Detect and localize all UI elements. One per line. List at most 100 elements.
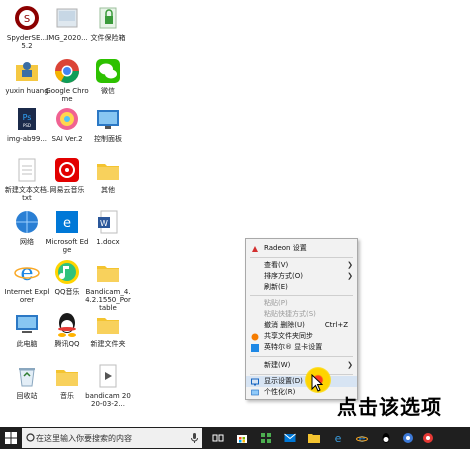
microphone-icon[interactable] — [191, 433, 198, 443]
user-folder-icon — [13, 57, 41, 85]
desktop-icon-label: Google Chrome — [45, 87, 89, 103]
desktop-icon-label: 文件保险箱 — [90, 34, 126, 42]
desktop-icon-network[interactable]: 网络 — [5, 208, 49, 246]
desktop-icon-new-folder[interactable]: 新建文件夹 — [86, 310, 130, 348]
desktop-icon-chrome[interactable]: Google Chrome — [45, 57, 89, 103]
desktop-icon-spyder[interactable]: S SpyderSE... 5.2 — [5, 4, 49, 50]
desktop-icon-control-panel[interactable]: 控制面板 — [86, 105, 130, 143]
folder-icon — [94, 156, 122, 184]
desktop-icon-bandicam-folder[interactable]: Bandicam_4.4.2.1550_Portable — [85, 258, 131, 312]
menu-item-intel-graphics[interactable]: 英特尔® 显卡设置 — [246, 342, 357, 353]
svg-text:e: e — [63, 216, 71, 231]
menu-item-label: 英特尔® 显卡设置 — [264, 343, 323, 351]
menu-item-radeon-settings[interactable]: Radeon 设置 — [246, 243, 357, 254]
folder-icon — [53, 362, 81, 390]
app-grid-icon — [261, 433, 271, 443]
qq-icon — [53, 310, 81, 338]
desktop-icon-qq-music[interactable]: QQ音乐 — [45, 258, 89, 296]
desktop-icon-label: 1.docx — [96, 238, 120, 246]
menu-item-label: 共享文件夹同步 — [264, 332, 313, 340]
menu-item-label: 个性化(R) — [264, 388, 296, 396]
desktop-icon-recycle-bin[interactable]: 回收站 — [5, 362, 49, 400]
desktop-icon-img2020[interactable]: IMG_2020... — [45, 4, 89, 42]
video-file-icon — [94, 362, 122, 390]
this-pc-icon — [13, 310, 41, 338]
menu-item-label: 粘贴快捷方式(S) — [264, 310, 316, 318]
menu-item-label: 刷新(E) — [264, 283, 288, 291]
desktop-icon-label: 控制面板 — [94, 135, 122, 143]
control-panel-icon — [94, 105, 122, 133]
desktop-icon-qq[interactable]: 腾讯QQ — [45, 310, 89, 348]
network-icon — [13, 208, 41, 236]
menu-item-label: 显示设置(D) — [264, 377, 303, 385]
desktop-icon-music-folder[interactable]: 音乐 — [45, 362, 89, 400]
windows-logo-icon — [5, 432, 17, 444]
taskbar: 在这里输入你要搜索的内容 e e — [0, 427, 470, 449]
task-view-button[interactable] — [210, 430, 226, 446]
internet-explorer-icon: e — [356, 432, 368, 444]
menu-item-label: 撤消 删除(U) — [264, 321, 305, 329]
menu-item-share-sync[interactable]: 共享文件夹同步 — [246, 331, 357, 342]
radeon-icon — [252, 246, 258, 252]
menu-separator — [250, 374, 353, 375]
desktop-icon-ie[interactable]: e Internet Explorer — [5, 258, 50, 304]
qq-icon — [382, 433, 390, 443]
menu-item-display-settings[interactable]: 显示设置(D) — [246, 376, 357, 387]
task-view-icon — [212, 434, 224, 442]
desktop-icon-edge[interactable]: e Microsoft Edge — [45, 208, 89, 254]
desktop-icon-label: 网易云音乐 — [49, 186, 85, 194]
file-safe-icon — [94, 4, 122, 32]
menu-item-refresh[interactable]: 刷新(E) — [246, 282, 357, 293]
taskbar-file-explorer[interactable] — [306, 430, 322, 446]
svg-text:PSD: PSD — [23, 123, 31, 128]
svg-text:Ps: Ps — [23, 113, 32, 122]
text-file-icon — [13, 156, 41, 184]
menu-item-label: 排序方式(O) — [264, 272, 303, 280]
taskbar-edge[interactable]: e — [330, 430, 346, 446]
instruction-caption: 点击该选项 — [337, 395, 442, 419]
taskbar-ie[interactable]: e — [354, 430, 370, 446]
menu-item-view[interactable]: 查看(V) ❯ — [246, 260, 357, 271]
taskbar-mail[interactable] — [282, 430, 298, 446]
desktop-icon-file-safe[interactable]: 文件保险箱 — [86, 4, 130, 42]
desktop-icon-sai[interactable]: SAI Ver.2 — [45, 105, 89, 143]
personalize-icon — [251, 389, 259, 396]
desktop-icon-this-pc[interactable]: 此电脑 — [5, 310, 49, 348]
taskbar-store[interactable] — [234, 430, 250, 446]
desktop-icon-wechat[interactable]: 微信 — [86, 57, 130, 95]
taskbar-search-box[interactable]: 在这里输入你要搜索的内容 — [22, 428, 202, 448]
start-button[interactable] — [0, 427, 22, 449]
desktop-icon-docx[interactable]: W 1.docx — [86, 208, 130, 246]
recycle-bin-icon — [13, 362, 41, 390]
menu-item-new[interactable]: 新建(W) ❯ — [246, 360, 357, 371]
svg-text:e: e — [20, 261, 33, 286]
desktop-icon-other-folder[interactable]: 其他 — [86, 156, 130, 194]
desktop-icon-user-folder[interactable]: yuxin huang — [5, 57, 49, 95]
menu-item-label: Radeon 设置 — [264, 244, 307, 252]
wechat-icon — [94, 57, 122, 85]
desktop-context-menu: Radeon 设置 查看(V) ❯ 排序方式(O) ❯ 刷新(E) 粘贴(P) … — [245, 238, 358, 400]
taskbar-app-grid[interactable] — [258, 430, 274, 446]
taskbar-qq[interactable] — [378, 430, 394, 446]
svg-text:e: e — [335, 432, 342, 444]
desktop-icon-label: Microsoft Edge — [45, 238, 89, 254]
desktop-icon-label: Bandicam_4.4.2.1550_Portable — [85, 288, 131, 312]
menu-item-label: 查看(V) — [264, 261, 289, 269]
svg-text:e: e — [359, 432, 366, 444]
taskbar-record[interactable] — [420, 430, 436, 446]
menu-item-undo-delete[interactable]: 撤消 删除(U) Ctrl+Z — [246, 320, 357, 331]
desktop-icon-label: 音乐 — [60, 392, 74, 400]
desktop-icon-new-text[interactable]: 新建文本文档.txt — [5, 156, 49, 202]
desktop[interactable]: S SpyderSE... 5.2 IMG_2020... 文件保险箱 yuxi… — [0, 0, 470, 427]
desktop-icon-label: 微信 — [101, 87, 115, 95]
search-placeholder: 在这里输入你要搜索的内容 — [36, 433, 132, 443]
menu-item-paste: 粘贴(P) — [246, 298, 357, 309]
desktop-icon-netease[interactable]: 网易云音乐 — [45, 156, 89, 194]
taskbar-app-blue[interactable] — [400, 430, 416, 446]
menu-item-label: 粘贴(P) — [264, 299, 288, 307]
search-icon — [26, 433, 35, 442]
desktop-icon-bandicam-video[interactable]: bandicam 2020-03-2... — [85, 362, 131, 408]
menu-item-sort-by[interactable]: 排序方式(O) ❯ — [246, 271, 357, 282]
desktop-icon-psd-file[interactable]: Ps PSD img-ab99... — [5, 105, 49, 143]
chevron-right-icon: ❯ — [347, 272, 353, 280]
